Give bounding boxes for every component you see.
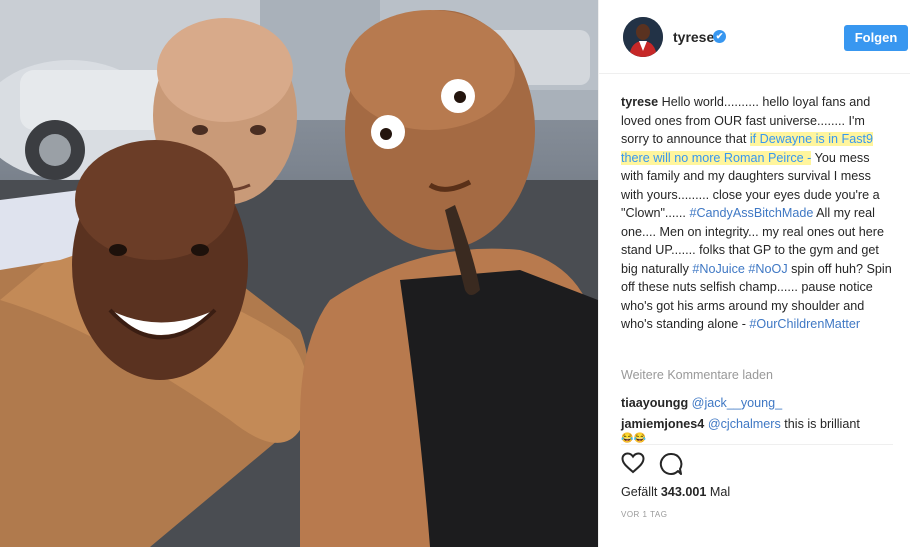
hashtag-link[interactable]: #NoJuice xyxy=(692,262,745,276)
comment-text: this is brilliant xyxy=(780,417,860,431)
photo-icon xyxy=(0,0,598,547)
heart-icon[interactable] xyxy=(621,452,645,474)
comment-item: jamiemjones4 @cjchalmers this is brillia… xyxy=(621,415,893,433)
hashtag-link[interactable]: #CandyAssBitchMade xyxy=(689,206,813,220)
comment-emoji: 😂😂 xyxy=(621,433,646,444)
comment-user[interactable]: tiaayoungg xyxy=(621,396,688,410)
post-header: tyrese ✔ Folgen xyxy=(599,0,910,74)
avatar-icon xyxy=(623,17,663,57)
likes-prefix: Gefällt xyxy=(621,485,661,499)
comment-item: tiaayoungg @jack__young_ xyxy=(621,394,893,412)
divider xyxy=(621,444,893,445)
avatar[interactable] xyxy=(623,17,663,57)
comment-mention[interactable]: @cjchalmers xyxy=(708,417,781,431)
hashtag-link[interactable]: #NoOJ xyxy=(748,262,787,276)
likes-count[interactable]: Gefällt 343.001 Mal xyxy=(621,485,730,499)
comment-icon[interactable] xyxy=(659,452,683,476)
likes-number: 343.001 xyxy=(660,485,707,499)
verified-icon: ✔ xyxy=(713,30,726,43)
load-more-comments-link[interactable]: Weitere Kommentare laden xyxy=(621,368,773,382)
comment-mention[interactable]: @jack__young_ xyxy=(692,396,783,410)
post-photo[interactable] xyxy=(0,0,598,547)
post-timestamp[interactable]: VOR 1 TAG xyxy=(621,510,667,519)
post-caption: tyrese Hello world.......... hello loyal… xyxy=(621,93,893,334)
follow-button[interactable]: Folgen xyxy=(844,25,908,51)
username[interactable]: tyrese xyxy=(673,29,714,45)
post-panel: tyrese ✔ Folgen tyrese Hello world......… xyxy=(598,0,910,547)
hashtag-link[interactable]: #OurChildrenMatter xyxy=(749,317,860,331)
comment-user[interactable]: jamiemjones4 xyxy=(621,417,704,431)
likes-suffix: Mal xyxy=(706,485,731,499)
caption-author[interactable]: tyrese xyxy=(621,95,658,109)
